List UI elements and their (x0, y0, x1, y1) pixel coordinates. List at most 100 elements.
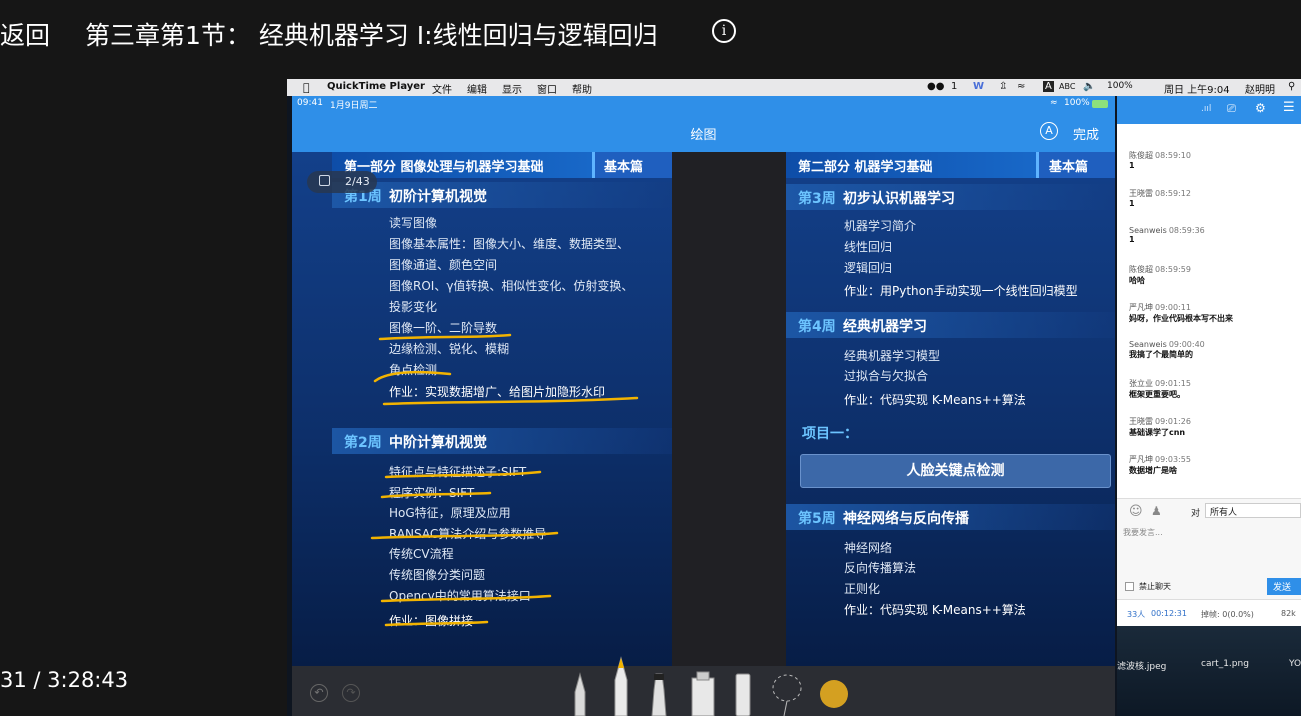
chat-sender-name: 陈俊超 (1129, 151, 1153, 160)
menu-help[interactable]: 帮助 (572, 81, 592, 96)
done-button[interactable]: 完成 (1073, 124, 1099, 143)
menu-file[interactable]: 文件 (432, 81, 452, 96)
send-button[interactable]: 发送 (1267, 578, 1301, 595)
chat-text: 框架更重要吧。 (1129, 390, 1185, 399)
menu-icon[interactable]: ☰ (1283, 100, 1295, 115)
drawing-canvas[interactable]: 第一部分 图像处理与机器学习基础 基本篇 第1周 初阶计算机视觉 读写图像 图像… (292, 152, 1115, 666)
nav-title: 绘图 (690, 128, 717, 143)
pencil-icon[interactable] (610, 656, 632, 716)
bitrate: 82k (1281, 609, 1296, 618)
video-frame[interactable]:  QuickTime Player 文件 编辑 显示 窗口 帮助 ●● 1 W… (287, 79, 1301, 716)
desktop-file[interactable]: YO (1289, 659, 1301, 669)
apple-icon[interactable]:  (303, 81, 310, 94)
lasso-icon[interactable] (770, 672, 804, 716)
chat-sender: 陈俊超 08:59:10 (1129, 150, 1191, 161)
color-picker-icon[interactable] (820, 680, 848, 708)
chat-text: 我搞了个最简单的 (1129, 350, 1193, 359)
chat-message: 张立业 09:01:15 框架更重要吧。 (1129, 378, 1191, 400)
wechat-icon[interactable]: ●● (927, 81, 944, 92)
settings-icon[interactable]: ⚙ (1255, 101, 1266, 115)
pen-icon[interactable] (570, 670, 590, 716)
recipient-select[interactable]: 所有人 (1205, 503, 1301, 518)
eraser-icon[interactable] (734, 672, 752, 716)
chat-text: 1 (1129, 161, 1135, 170)
ipad-mirror: 09:41 1月9日周二 ≈ 100% 绘图 A 完成 第一部分 图像处理与机器… (292, 96, 1115, 716)
underline-annotation (382, 396, 639, 406)
chat-sender: Seanweis 08:59:36 (1129, 226, 1205, 235)
chat-timestamp: 08:59:59 (1155, 265, 1191, 274)
emoji-icon[interactable]: ☺ (1129, 504, 1143, 519)
chat-sender-name: 王晓雷 (1129, 189, 1153, 198)
chat-timestamp: 08:59:36 (1168, 226, 1205, 235)
chat-text: 1 (1129, 235, 1135, 244)
chat-sender-name: 王晓雷 (1129, 417, 1153, 426)
chat-sender: 严凡坤 09:00:11 (1129, 302, 1233, 313)
underline-annotation (370, 531, 559, 540)
ipad-nav-bar: 绘图 A 完成 (292, 112, 1115, 152)
underline-annotation (384, 470, 542, 479)
stats-bar: 33人 00:12:31 掉帧: 0(0.0%) 82k (1117, 599, 1301, 627)
to-label: 对 (1191, 509, 1201, 519)
chat-sender-name: Seanweis (1129, 226, 1167, 235)
stream-duration: 00:12:31 (1151, 609, 1187, 618)
underline-annotation (384, 620, 489, 627)
chat-message: 王晓雷 09:01:26 基础课学了cnn (1129, 416, 1191, 438)
desktop-file[interactable]: cart_1.png (1201, 659, 1249, 669)
chat-panel: .ııl ⎚ ⚙ ☰ 陈俊超 08:59:10 1 王晓雷 08:59:12 1 Seanw… (1117, 96, 1301, 627)
chat-header: .ııl ⎚ ⚙ ☰ (1117, 96, 1301, 124)
menubar-user[interactable]: 赵明明 (1245, 81, 1275, 96)
chat-sender-name: 严凡坤 (1129, 455, 1153, 464)
wifi-icon[interactable]: ≈ (1017, 81, 1025, 92)
chat-text: 基础课学了cnn (1129, 428, 1186, 437)
crayon-icon[interactable] (688, 670, 718, 716)
underline-annotation (373, 370, 452, 383)
undo-icon[interactable]: ↶ (310, 684, 328, 702)
user-icon[interactable]: ♟ (1151, 504, 1162, 518)
chat-message: Seanweis 09:00:40 我搞了个最简单的 (1129, 340, 1205, 360)
redo-icon[interactable]: ↷ (342, 684, 360, 702)
info-icon[interactable]: i (712, 19, 736, 43)
chat-sender: 王晓雷 08:59:12 (1129, 188, 1191, 199)
volume-icon[interactable]: 🔈 (1083, 81, 1095, 92)
menu-window[interactable]: 窗口 (537, 81, 557, 96)
player-header: 返回 第三章第1节： 经典机器学习 I:线性回归与逻辑回归 i (0, 0, 1301, 70)
menu-app-name[interactable]: QuickTime Player (327, 81, 425, 92)
chat-message: 陈俊超 08:59:59 哈哈 (1129, 264, 1191, 286)
ipad-wifi-icon: ≈ (1050, 98, 1058, 108)
chat-timestamp: 08:59:12 (1155, 189, 1191, 198)
frame-loss: 掉帧: 0(0.0%) (1201, 610, 1254, 619)
chat-sender-name: 陈俊超 (1129, 265, 1153, 274)
lesson-title: 第三章第1节： 经典机器学习 I:线性回归与逻辑回归 (85, 21, 658, 50)
chat-sender: 严凡坤 09:03:55 (1129, 454, 1191, 465)
markup-pen-icon[interactable]: A (1040, 122, 1058, 140)
chat-text: 妈呀，作业代码根本写不出来 (1129, 314, 1233, 323)
pen-annotations (370, 333, 639, 627)
back-button[interactable]: 返回 (0, 16, 50, 52)
signal-icon: .ııl (1201, 104, 1212, 114)
desktop-file[interactable]: 滤波核.jpeg (1117, 659, 1166, 672)
markup-toolbar: ↶ ↷ (292, 656, 1115, 716)
chat-footer: ☺ ♟ 对 所有人 我要发言... 禁止聊天 发送 33人 00:12:31 掉… (1117, 498, 1301, 627)
chat-timestamp: 09:01:26 (1155, 417, 1191, 426)
spotlight-icon[interactable]: ⚲ (1288, 81, 1295, 92)
chat-sender-name: 张立业 (1129, 379, 1153, 388)
mute-label: 禁止聊天 (1139, 582, 1171, 591)
input-method-icon[interactable]: A (1043, 81, 1054, 92)
ipad-date: 1月9日周二 (330, 101, 378, 111)
underline-annotation (380, 594, 552, 603)
menu-edit[interactable]: 编辑 (467, 81, 487, 96)
chat-input[interactable]: 我要发言... (1123, 527, 1163, 538)
bluetooth-icon[interactable]: ⇫ (999, 81, 1007, 92)
chat-sender: 张立业 09:01:15 (1129, 378, 1191, 389)
ipad-battery-icon (1092, 100, 1108, 108)
menubar-datetime[interactable]: 周日 上午9:04 (1164, 81, 1230, 96)
ipad-time: 09:41 (297, 98, 323, 108)
screen-icon[interactable]: ⎚ (1227, 102, 1236, 116)
marker-icon[interactable] (648, 670, 670, 716)
underline-annotation (380, 491, 492, 499)
wps-icon[interactable]: W (973, 81, 984, 92)
chat-timestamp: 09:00:11 (1155, 303, 1191, 312)
wechat-count: 1 (951, 81, 958, 92)
menu-view[interactable]: 显示 (502, 81, 522, 96)
mute-checkbox[interactable] (1125, 582, 1134, 591)
